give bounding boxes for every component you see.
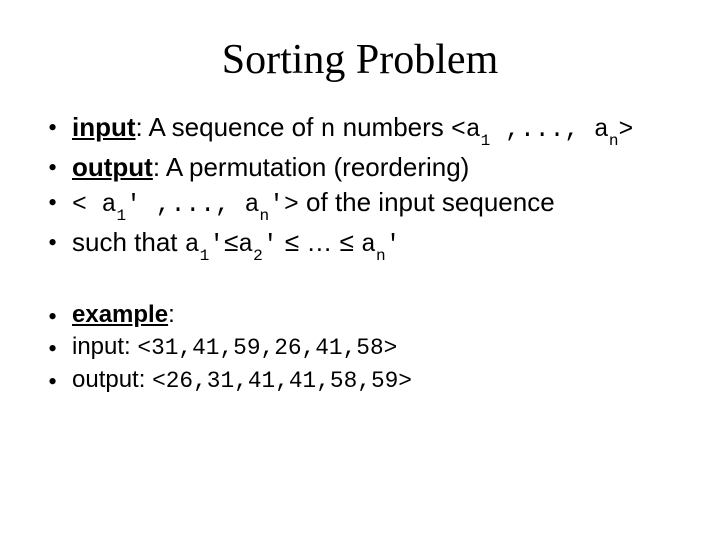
spacer — [40, 265, 680, 299]
bullet-output: output: A permutation (reordering) — [44, 150, 680, 185]
bullet-example-input: input: <31,41,59,26,41,58> — [44, 331, 680, 364]
bullet-list-main: input: A sequence of n numbers <a1 ,...,… — [44, 110, 680, 265]
label-example: example — [72, 301, 168, 328]
bullet-input: input: A sequence of n numbers <a1 ,...,… — [44, 110, 680, 150]
bullet-example-output: output: <26,31,41,41,58,59> — [44, 364, 680, 397]
label-input: input — [72, 112, 136, 142]
slide: Sorting Problem input: A sequence of n n… — [0, 0, 720, 540]
bullet-list-example: example: input: <31,41,59,26,41,58> outp… — [44, 299, 680, 397]
label-output: output — [72, 152, 153, 182]
bullet-example-label: example: — [44, 299, 680, 331]
bullet-such-that: such that a1'≤a2' ≤ … ≤ an' — [44, 225, 680, 265]
bullet-permutation-seq: < a1' ,..., an'> of the input sequence — [44, 185, 680, 225]
slide-title: Sorting Problem — [40, 36, 680, 84]
